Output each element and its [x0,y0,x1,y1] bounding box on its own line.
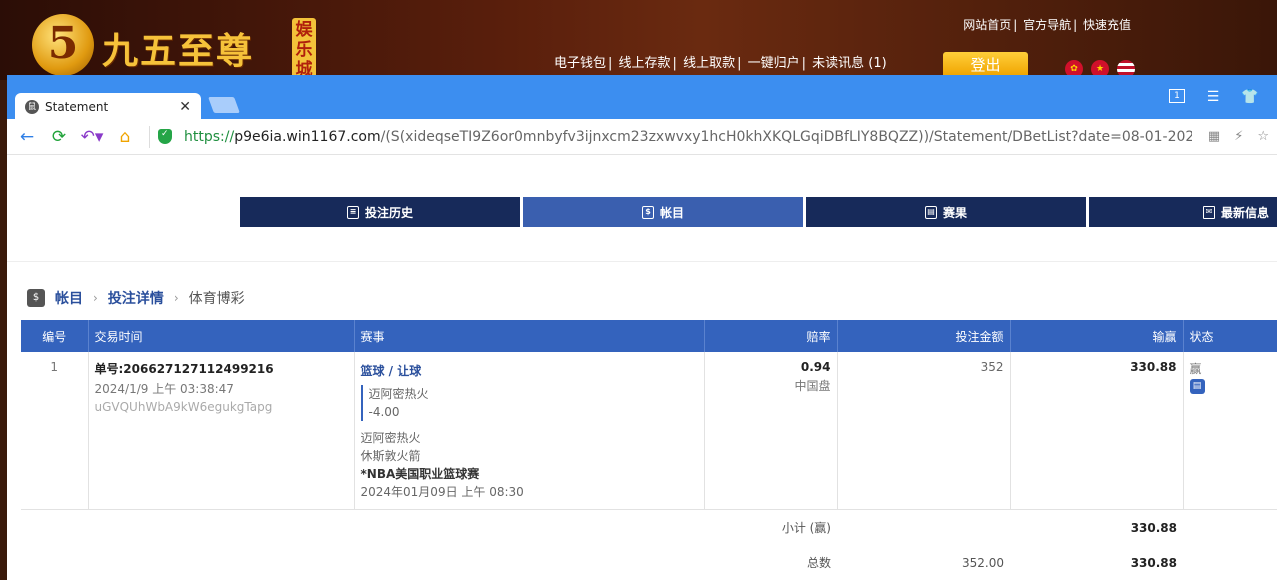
back-icon[interactable]: ← [11,127,43,147]
one-click-transfer-link[interactable]: 一键归户 [746,56,802,71]
menu-bet-history[interactable]: ≡ 投注历史 [240,197,520,227]
top-links: 网站首页 | 官方导航 | 快速充值 [961,18,1133,32]
logo-text: 九五至尊 [102,30,255,72]
address-tools: ▦ ⚡ ☆ [1208,129,1269,144]
odds-value: 0.94 [800,360,831,374]
menu-results[interactable]: ▤ 赛果 [806,197,1086,227]
reference-code: uGVQUhWbA9kW6egukgTapg [94,400,273,414]
chevron-right-icon: › [173,291,179,305]
col-status: 状态 [1189,329,1214,344]
logo-badge: 娱乐城 [292,18,316,80]
mail-icon: ✉ [1202,205,1215,219]
wallet-link[interactable]: 电子钱包 [552,56,608,71]
breadcrumb-statement[interactable]: 帐目 [55,288,83,308]
subtotal-winloss: 330.88 [1130,520,1177,535]
reload-icon[interactable]: ⟳ [43,127,75,147]
row-time-cell: 单号:206627127112499216 2024/1/9 上午 03:38:… [88,352,355,510]
status-badge: 赢 [1189,362,1202,376]
col-odds: 赔率 [704,320,838,352]
site-header: 5 九五至尊 娱乐城 网站首页 | 官方导航 | 快速充值 电子钱包 | 线上存款 | … [0,0,1277,80]
account-nav: 电子钱包 | 线上存款 | 线上取款 | 一键归户 | 未读讯息 (1) [552,56,889,71]
league-name: *NBA美国职业篮球赛 [360,467,480,481]
odds-type: 中国盘 [794,379,831,393]
menu-statement[interactable]: $ 帐目 [523,197,803,227]
window-controls: 1 ☰ 👕 [1169,89,1258,105]
total-label: 总数 [21,545,837,580]
logo-icon: 5 [32,14,94,76]
lightning-icon[interactable]: ⚡ [1234,129,1243,144]
tab-bar: 鼠 Statement ✕ 1 ☰ 👕 [7,75,1277,120]
star-icon[interactable]: ☆ [1257,129,1269,144]
dollar-icon: $ [27,289,45,307]
total-stake: 352.00 [837,545,1010,580]
bet-type: 篮球 / 让球 [360,364,422,378]
official-nav-link[interactable]: 官方导航 [1021,18,1073,32]
page-content: ≡ 投注历史 $ 帐目 ▤ 赛果 ✉ 最新信息 $ 帐目 › 投注详情 › 体育… [7,156,1277,580]
total-row: 总数 352.00 330.88 [21,545,1277,580]
main-menu: ≡ 投注历史 $ 帐目 ▤ 赛果 ✉ 最新信息 [240,197,1277,227]
table-header: 编号 交易时间 赛事 赔率 投注金额 输赢 状态 [21,320,1277,352]
favicon-icon: 鼠 [25,99,39,114]
menu-news[interactable]: ✉ 最新信息 [1089,197,1277,227]
bet-list-table: 编号 交易时间 赛事 赔率 投注金额 输赢 状态 1 单号:2066271271… [21,320,1277,580]
scoreboard-icon[interactable]: ▤ [1189,379,1205,394]
home-icon[interactable]: ⌂ [109,127,141,147]
url-input[interactable]: https://p9e6ia.win1167.com/(S(xideqseTI9… [184,129,1192,145]
bet-pick: 迈阿密热火 -4.00 [360,385,698,421]
row-winloss: 330.88 [1010,352,1184,510]
match-time: 2024年01月09日 上午 08:30 [360,485,524,499]
breadcrumb-current: 体育博彩 [188,291,245,307]
skin-icon[interactable]: 👕 [1241,89,1258,105]
tab-count-icon[interactable]: 1 [1169,89,1185,103]
dollar-icon: $ [641,205,654,219]
col-time: 交易时间 [88,320,355,352]
col-no: 编号 [21,320,89,352]
pick-team: 迈阿密热火 [368,387,429,401]
chevron-right-icon: › [93,291,98,305]
qr-code-icon[interactable]: ▦ [1208,129,1220,144]
subtotal-row: 小计 (赢) 330.88 [21,510,1277,546]
quick-recharge-link[interactable]: 快速充值 [1081,18,1133,32]
ticket-number: 单号:206627127112499216 [94,362,274,376]
row-status-cell: 赢 ▤ [1183,352,1277,510]
table-row: 1 单号:206627127112499216 2024/1/9 上午 03:3… [21,352,1277,510]
receipt-icon: ≡ [346,205,359,219]
shield-icon[interactable] [158,129,172,144]
subtotal-label: 小计 (赢) [781,521,831,535]
col-winloss: 输赢 [1010,320,1184,352]
col-event: 赛事 [354,320,705,352]
row-event-cell: 篮球 / 让球 迈阿密热火 -4.00 迈阿密热火 休斯敦火箭 *NBA美国职业… [354,352,705,510]
row-stake: 352 [837,352,1011,510]
row-odds-cell: 0.94 中国盘 [704,352,838,510]
row-no: 1 [21,352,89,510]
divider [149,125,150,148]
unread-messages-link[interactable]: 未读讯息 (1) [810,56,889,71]
deposit-link[interactable]: 线上存款 [617,56,673,71]
total-winloss: 330.88 [1010,545,1183,580]
address-bar: ← ⟳ ↶▾ ⌂ https://p9e6ia.win1167.com/(S(x… [7,119,1277,155]
browser-tab[interactable]: 鼠 Statement ✕ [15,93,201,120]
home-link[interactable]: 网站首页 [961,18,1013,32]
logout-button[interactable]: 登出 [943,52,1028,76]
undo-icon[interactable]: ↶▾ [75,127,109,147]
new-tab-button[interactable] [208,97,240,113]
menu-icon[interactable]: ☰ [1205,89,1221,105]
breadcrumb: $ 帐目 › 投注详情 › 体育博彩 [27,288,245,308]
divider [7,261,1277,262]
breadcrumb-bet-details[interactable]: 投注详情 [108,288,164,308]
tab-title: Statement [45,99,109,114]
withdraw-link[interactable]: 线上取款 [681,56,737,71]
handicap: -4.00 [368,405,400,419]
home-team: 迈阿密热火 [360,431,421,445]
transaction-time: 2024/1/9 上午 03:38:47 [94,382,234,396]
away-team: 休斯敦火箭 [360,449,421,463]
browser-window: 鼠 Statement ✕ 1 ☰ 👕 ← ⟳ ↶▾ ⌂ https://p9e… [7,75,1277,580]
close-icon[interactable]: ✕ [179,99,191,115]
col-stake: 投注金额 [837,320,1011,352]
scoreboard-icon: ▤ [924,205,937,219]
